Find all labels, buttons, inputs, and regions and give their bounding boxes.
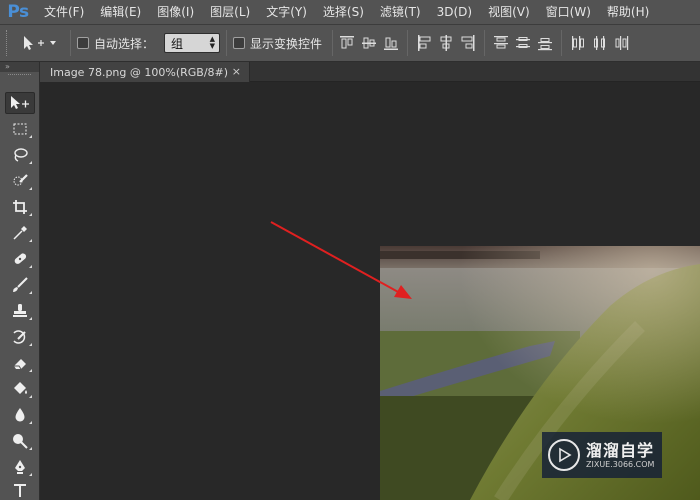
- watermark-text: 溜溜自学 ZIXUE.3066.COM: [586, 441, 654, 470]
- document-tab-title: Image 78.png @ 100%(RGB/8#): [50, 65, 229, 79]
- options-bar-grip[interactable]: [6, 30, 12, 56]
- app-logo: Ps: [7, 2, 29, 22]
- tool-blur[interactable]: [5, 404, 35, 426]
- distribute-bottom-icon[interactable]: [537, 34, 553, 52]
- tool-lasso[interactable]: [5, 144, 35, 166]
- select-updown-icon: ▲ ▼: [209, 35, 216, 50]
- menu-layer[interactable]: 图层(L): [202, 0, 258, 24]
- marquee-tool-icon: [13, 123, 27, 135]
- menu-3d[interactable]: 3D(D): [429, 0, 480, 24]
- blur-tool-icon: [15, 408, 25, 422]
- menu-help[interactable]: 帮助(H): [599, 0, 657, 24]
- tool-brush[interactable]: [5, 274, 35, 296]
- align-bottom-icon[interactable]: [383, 34, 399, 52]
- tool-healing-brush[interactable]: [5, 248, 35, 270]
- brush-tool-icon: [13, 277, 28, 292]
- options-separator: [561, 30, 563, 56]
- tool-eraser[interactable]: [5, 352, 35, 374]
- eraser-tool-icon: [14, 359, 26, 370]
- options-separator: [226, 30, 228, 56]
- document-tab[interactable]: Image 78.png @ 100%(RGB/8#) ×: [40, 62, 250, 82]
- healing-brush-tool-icon: [14, 253, 27, 264]
- tool-quick-select[interactable]: [5, 170, 35, 192]
- show-transform-label: 显示变换控件: [250, 36, 323, 51]
- menu-view[interactable]: 视图(V): [480, 0, 538, 24]
- pen-tool-icon: [15, 460, 25, 474]
- distribute-left-icon[interactable]: [570, 34, 586, 52]
- options-separator: [484, 30, 486, 56]
- tools-panel-grip[interactable]: [8, 74, 31, 80]
- tool-history-brush[interactable]: [5, 326, 35, 348]
- auto-select-label: 自动选择：: [94, 36, 155, 51]
- auto-select-target-select[interactable]: 组 ▲ ▼: [164, 33, 221, 53]
- distribute-hcenter-icon[interactable]: [592, 34, 608, 52]
- type-tool-icon: [14, 484, 26, 497]
- distribute-right-icon[interactable]: [614, 34, 630, 52]
- menu-file[interactable]: 文件(F): [36, 0, 92, 24]
- options-separator: [332, 30, 334, 56]
- clone-stamp-tool-icon: [13, 304, 27, 317]
- options-separator: [70, 30, 71, 56]
- menu-window[interactable]: 窗口(W): [538, 0, 599, 24]
- dodge-tool-icon: [13, 434, 28, 449]
- tool-preset-picker[interactable]: [20, 31, 64, 55]
- play-icon: [548, 439, 580, 471]
- auto-select-target-value: 组: [171, 36, 184, 51]
- options-separator: [407, 30, 409, 56]
- tool-type[interactable]: [5, 482, 35, 500]
- photoshop-window: Ps 文件(F) 编辑(E) 图像(I) 图层(L) 文字(Y) 选择(S) 滤…: [0, 0, 700, 500]
- crop-tool-icon: [13, 200, 27, 214]
- tools-panel-collapse[interactable]: »: [0, 62, 39, 72]
- paint-bucket-tool-icon: [14, 382, 27, 394]
- menu-image[interactable]: 图像(I): [149, 0, 202, 24]
- watermark-logo: 溜溜自学 ZIXUE.3066.COM: [542, 432, 662, 478]
- menu-edit[interactable]: 编辑(E): [92, 0, 149, 24]
- move-tool-icon: [24, 36, 56, 50]
- menu-items: 文件(F) 编辑(E) 图像(I) 图层(L) 文字(Y) 选择(S) 滤镜(T…: [36, 0, 657, 24]
- lasso-tool-icon: [14, 148, 28, 162]
- tool-eyedropper[interactable]: [5, 222, 35, 244]
- watermark-url: ZIXUE.3066.COM: [586, 459, 655, 469]
- align-vcenter-icon[interactable]: [361, 34, 377, 52]
- menu-type[interactable]: 文字(Y): [258, 0, 315, 24]
- distribute-top-icon[interactable]: [493, 34, 509, 52]
- document-tab-bar: Image 78.png @ 100%(RGB/8#) ×: [40, 62, 700, 82]
- auto-select-checkbox[interactable]: [77, 37, 89, 49]
- align-group: [339, 30, 630, 56]
- options-bar: 自动选择： 组 ▲ ▼ 显示变换控件: [0, 24, 700, 62]
- tool-crop[interactable]: [5, 196, 35, 218]
- tool-marquee[interactable]: [5, 118, 35, 140]
- eyedropper-tool-icon: [13, 226, 27, 240]
- close-tab-icon[interactable]: ×: [232, 65, 241, 78]
- tool-pen[interactable]: [5, 456, 35, 478]
- move-tool-icon: [11, 96, 29, 109]
- tool-clone-stamp[interactable]: [5, 300, 35, 322]
- align-hcenter-icon[interactable]: [438, 34, 454, 52]
- tools-panel: »: [0, 62, 40, 500]
- menu-select[interactable]: 选择(S): [315, 0, 372, 24]
- history-brush-tool-icon: [13, 330, 26, 344]
- tool-paint-bucket[interactable]: [5, 378, 35, 400]
- watermark-title: 溜溜自学: [586, 440, 655, 460]
- quick-select-tool-icon: [13, 174, 28, 186]
- align-top-icon[interactable]: [339, 34, 355, 52]
- menu-filter[interactable]: 滤镜(T): [372, 0, 429, 24]
- distribute-vcenter-icon[interactable]: [515, 34, 531, 52]
- tool-move[interactable]: [5, 92, 35, 114]
- tool-dodge[interactable]: [5, 430, 35, 452]
- align-right-icon[interactable]: [460, 34, 476, 52]
- align-left-icon[interactable]: [416, 34, 432, 52]
- show-transform-checkbox[interactable]: [233, 37, 246, 49]
- menu-bar: Ps 文件(F) 编辑(E) 图像(I) 图层(L) 文字(Y) 选择(S) 滤…: [0, 0, 700, 24]
